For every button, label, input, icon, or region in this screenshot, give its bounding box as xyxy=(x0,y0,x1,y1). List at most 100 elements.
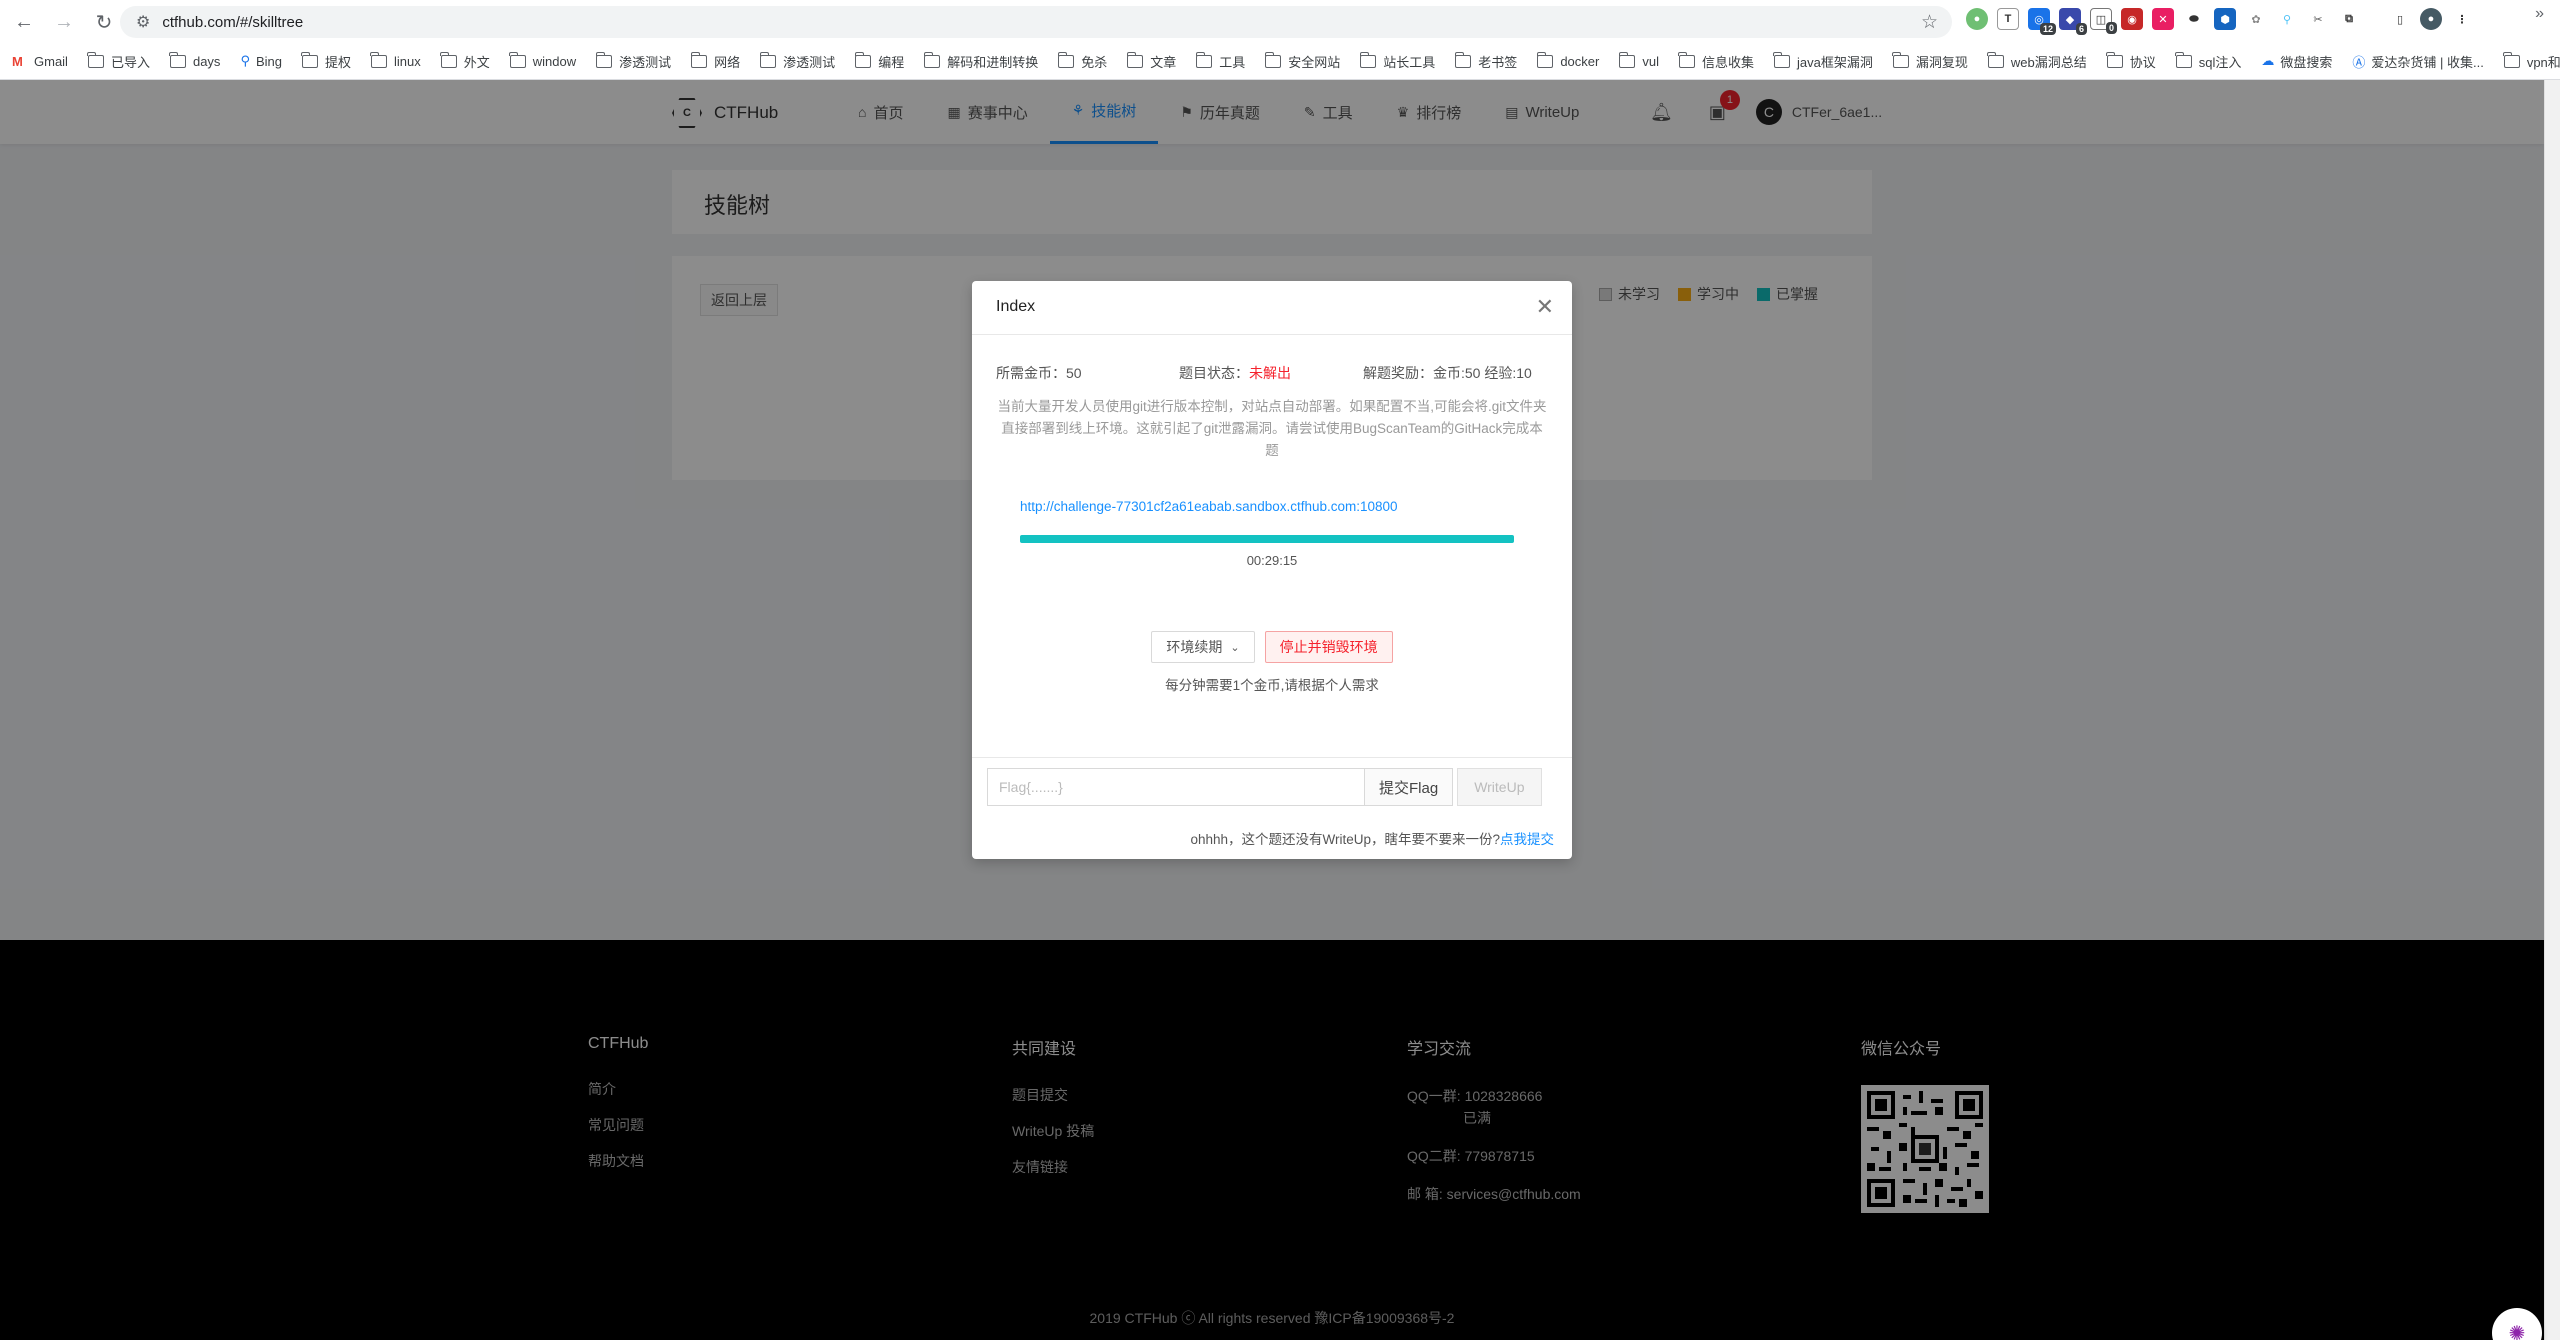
page-scrollbar[interactable] xyxy=(2544,80,2560,1340)
bookmark-item[interactable]: web漏洞总结 xyxy=(1987,51,2087,71)
bookmark-label: vpn和vps xyxy=(2526,54,2560,70)
folder-icon xyxy=(1987,51,2004,68)
bookmark-item[interactable]: ☁ 微盘搜索 xyxy=(2261,52,2332,71)
extension-icon[interactable]: ⚲ xyxy=(2276,8,2298,30)
bookmark-label: 提权 xyxy=(325,54,352,70)
extension-icon[interactable]: ✕ xyxy=(2152,8,2174,30)
bookmark-item[interactable]: 提权 xyxy=(301,51,352,71)
bookmark-label: 渗透测试 xyxy=(619,54,672,70)
folder-icon xyxy=(87,51,104,68)
menu-dots-icon[interactable]: ⋮ xyxy=(2451,8,2473,30)
coins-label: 所需金币： xyxy=(996,365,1066,381)
folder-icon xyxy=(1126,51,1144,68)
destroy-environment-button[interactable]: 停止并销毁环境 xyxy=(1264,631,1393,663)
bookmark-label: vul xyxy=(1642,53,1659,69)
gmail-icon: M xyxy=(12,53,23,69)
address-bar[interactable]: ⚙ ctfhub.com/#/skilltree ☆ xyxy=(120,6,1952,38)
bookmark-item[interactable]: 信息收集 xyxy=(1678,51,1754,71)
extension-icon[interactable]: T xyxy=(1997,8,2019,30)
extension-icon[interactable]: ◎ 12 xyxy=(2028,8,2056,35)
extension-icon[interactable]: ✿ xyxy=(2245,8,2267,30)
back-icon[interactable]: ← xyxy=(6,4,42,40)
bookmark-item[interactable]: 站长工具 xyxy=(1359,51,1435,71)
bookmarks-overflow-icon[interactable]: » xyxy=(2535,5,2544,23)
bookmark-item[interactable]: 老书签 xyxy=(1454,51,1518,71)
bookmark-item[interactable]: 编程 xyxy=(854,51,904,71)
extension-icon[interactable]: ◆ 6 xyxy=(2059,8,2087,35)
submit-flag-button[interactable]: 提交Flag xyxy=(1365,768,1454,806)
profile-avatar-icon[interactable]: ● xyxy=(2420,8,2442,30)
writeup-hint: ohhhh，这个题还没有WriteUp，瞎年要不要来一份?点我提交 xyxy=(1190,828,1554,848)
bookmark-label: web漏洞总结 xyxy=(2010,54,2087,70)
bookmark-item[interactable]: sql注入 xyxy=(2175,51,2241,71)
bookmark-item[interactable]: vpn和vps xyxy=(2503,51,2560,71)
bookmark-item[interactable]: 解码和进制转换 xyxy=(923,51,1038,71)
extension-icon[interactable]: ◫ 0 xyxy=(2090,8,2117,34)
folder-icon xyxy=(1454,51,1472,68)
bookmark-item[interactable]: 渗透测试 xyxy=(759,51,836,71)
extension-icon[interactable]: ⬢ xyxy=(2214,8,2236,30)
close-icon[interactable]: ✕ xyxy=(1536,294,1554,320)
bookmark-item[interactable]: 协议 xyxy=(2106,51,2156,71)
bookmark-item[interactable]: M Gmail xyxy=(12,54,68,69)
side-panel-icon[interactable]: ▯ xyxy=(2389,8,2411,30)
environment-actions: 环境续期 ⌄ 停止并销毁环境 xyxy=(972,631,1572,663)
bookmark-label: Gmail xyxy=(34,53,68,69)
folder-icon xyxy=(759,51,777,68)
bookmark-item[interactable]: days xyxy=(169,51,220,69)
challenge-url-link[interactable]: http://challenge-77301cf2a61eabab.sandbo… xyxy=(1020,499,1398,514)
environment-time-progress xyxy=(1020,535,1514,543)
extension-icon[interactable]: ⬬ xyxy=(2183,8,2205,30)
bookmark-item[interactable]: Ⓐ 爱达杂货铺 | 收集... xyxy=(2352,52,2483,71)
extension-icon[interactable]: ◉ xyxy=(2121,8,2143,30)
bookmark-item[interactable]: 网络 xyxy=(690,51,740,71)
bookmark-item[interactable]: 免杀 xyxy=(1057,51,1108,71)
bookmark-label: 外文 xyxy=(463,54,490,70)
site-settings-icon[interactable]: ⚙ xyxy=(136,12,150,32)
bookmark-item[interactable]: vul xyxy=(1618,51,1659,69)
bookmark-item[interactable]: 已导入 xyxy=(87,51,150,71)
bookmark-item[interactable]: java框架漏洞 xyxy=(1773,51,1873,71)
modal-title: Index xyxy=(996,298,1036,315)
challenge-status: 题目状态：未解出 xyxy=(1179,363,1291,383)
bookmark-item[interactable]: 渗透测试 xyxy=(595,51,672,71)
bookmark-label: window xyxy=(532,53,577,69)
bookmark-label: 渗透测试 xyxy=(783,54,836,70)
remaining-time: 00:29:15 xyxy=(1246,553,1298,568)
required-coins: 所需金币：50 xyxy=(996,363,1082,383)
bookmark-item[interactable]: docker xyxy=(1536,51,1599,69)
bookmark-item[interactable]: ⚲ Bing xyxy=(240,53,282,69)
bookmark-label: 微盘搜索 xyxy=(2280,54,2333,70)
folder-icon xyxy=(854,51,872,68)
bookmark-label: 免杀 xyxy=(1081,54,1108,70)
extension-icon[interactable]: ● xyxy=(1966,8,1988,30)
extension-icon[interactable]: ✂ xyxy=(2307,8,2329,30)
bookmark-label: 老书签 xyxy=(1478,54,1518,70)
renew-environment-button[interactable]: 环境续期 ⌄ xyxy=(1151,631,1255,663)
flag-input[interactable]: Flag{.......} xyxy=(987,768,1365,806)
bookmark-item[interactable]: 外文 xyxy=(440,51,490,71)
submit-writeup-link[interactable]: 点我提交 xyxy=(1500,832,1554,847)
bookmark-star-icon[interactable]: ☆ xyxy=(1921,11,1938,34)
forward-icon[interactable]: → xyxy=(46,4,82,40)
challenge-description: 当前大量开发人员使用git进行版本控制，对站点自动部署。如果配置不当,可能会将.… xyxy=(997,399,1547,458)
bookmark-item[interactable]: 工具 xyxy=(1195,51,1245,71)
bookmark-label: Bing xyxy=(255,53,282,69)
bookmark-item[interactable]: 漏洞复现 xyxy=(1892,51,1968,71)
bookmark-item[interactable]: linux xyxy=(370,51,421,69)
extensions-puzzle-icon[interactable]: ⧉ xyxy=(2338,8,2360,30)
bookmark-item[interactable]: 安全网站 xyxy=(1264,51,1340,71)
reload-icon[interactable]: ↻ xyxy=(86,4,122,40)
folder-icon xyxy=(1892,51,1909,68)
browser-chrome: ← → ↻ ⚙ ctfhub.com/#/skilltree ☆ ● T ◎ 12… xyxy=(0,0,2560,80)
bookmark-label: 已导入 xyxy=(110,54,150,70)
bookmark-item[interactable]: window xyxy=(509,51,577,69)
folder-icon xyxy=(2503,51,2520,68)
folder-icon xyxy=(2175,51,2192,68)
button-label: 环境续期 xyxy=(1166,639,1223,655)
writeup-button[interactable]: WriteUp xyxy=(1457,768,1542,806)
bookmark-item[interactable]: 文章 xyxy=(1126,51,1176,71)
folder-icon xyxy=(169,51,186,68)
extension-badge: 6 xyxy=(2075,23,2087,35)
cost-note: 每分钟需要1个金币,请根据个人需求 xyxy=(1165,678,1379,693)
